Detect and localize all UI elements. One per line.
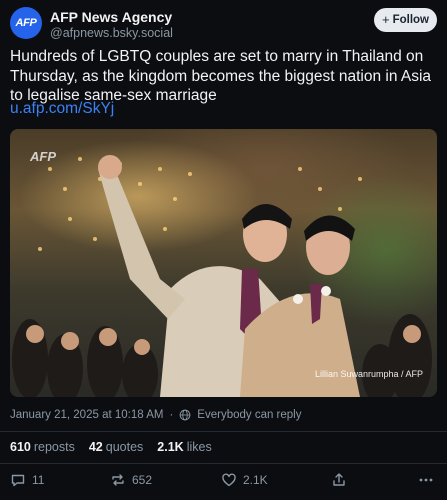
like-button[interactable]: 2.1K bbox=[221, 472, 268, 488]
like-count: 2.1K bbox=[243, 473, 268, 487]
heart-icon bbox=[222, 473, 236, 487]
repost-icon bbox=[112, 474, 124, 486]
reposts-stat[interactable]: 610 reposts bbox=[10, 440, 75, 454]
follow-label: Follow bbox=[392, 14, 429, 26]
divider bbox=[0, 431, 447, 432]
likes-stat[interactable]: 2.1K likes bbox=[157, 440, 211, 454]
reply-icon bbox=[11, 474, 25, 487]
post-timestamp[interactable]: January 21, 2025 at 10:18 AM bbox=[10, 409, 163, 421]
quotes-stat[interactable]: 42 quotes bbox=[89, 440, 143, 454]
repost-button[interactable]: 652 bbox=[110, 472, 152, 488]
post-meta: January 21, 2025 at 10:18 AM · Everybody… bbox=[10, 409, 302, 421]
follow-button[interactable]: + Follow bbox=[374, 8, 437, 32]
post-image[interactable]: AFP Lillian Suwanrumpha / AFP bbox=[10, 129, 437, 397]
avatar-text: AFP bbox=[15, 17, 37, 29]
reply-count: 11 bbox=[32, 473, 45, 487]
share-button[interactable] bbox=[331, 472, 347, 488]
plus-icon: + bbox=[381, 12, 390, 27]
image-credit: Lillian Suwanrumpha / AFP bbox=[314, 369, 423, 379]
action-bar: 11 652 2.1K bbox=[0, 472, 447, 492]
image-watermark: AFP bbox=[30, 149, 56, 164]
dot-separator: · bbox=[169, 409, 174, 421]
author-handle[interactable]: @afpnews.bsky.social bbox=[50, 26, 173, 40]
post-text: Hundreds of LGBTQ couples are set to mar… bbox=[10, 48, 432, 104]
divider bbox=[0, 463, 447, 464]
globe-icon bbox=[179, 409, 191, 421]
repost-count: 652 bbox=[132, 473, 153, 487]
author-name[interactable]: AFP News Agency bbox=[50, 9, 172, 25]
more-icon bbox=[419, 478, 433, 482]
reply-setting[interactable]: Everybody can reply bbox=[197, 409, 301, 421]
post-card: AFP AFP News Agency @afpnews.bsky.social… bbox=[0, 0, 447, 500]
more-options-button[interactable] bbox=[418, 472, 434, 488]
post-link[interactable]: u.afp.com/SkYj bbox=[10, 100, 114, 118]
avatar[interactable]: AFP bbox=[10, 7, 42, 39]
photo-illustration bbox=[12, 155, 432, 397]
share-icon bbox=[333, 473, 345, 486]
reply-button[interactable]: 11 bbox=[10, 472, 44, 488]
post-stats: 610 reposts 42 quotes 2.1K likes bbox=[10, 440, 212, 454]
